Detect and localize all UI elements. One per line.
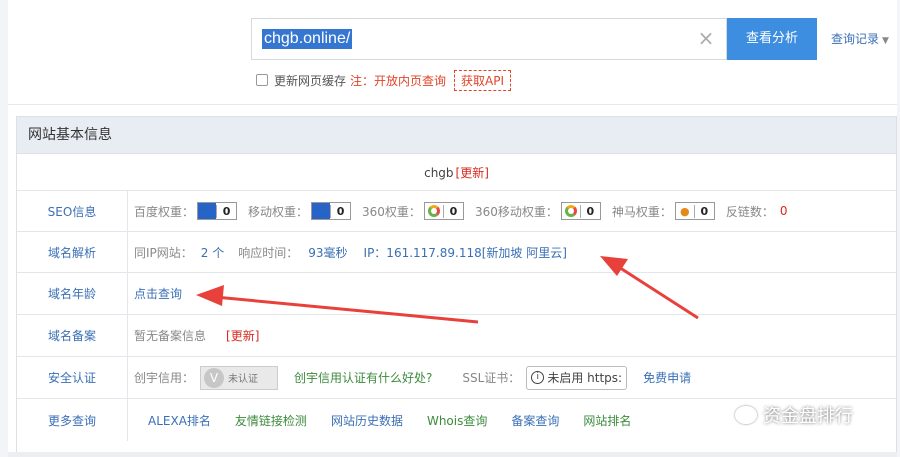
backlink-label: 反链数：	[725, 204, 774, 219]
ip-info[interactable]: IP：161.117.89.118[新加坡 阿里云]	[364, 244, 567, 261]
ssl-status-text: 未启用 https:	[547, 371, 623, 385]
shenma-label: 神马权重：	[611, 204, 672, 219]
wechat-icon	[735, 406, 757, 424]
domain-age-row: 域名年龄 点击查询	[17, 273, 896, 315]
baidu-weight-label: 百度权重：	[134, 204, 195, 219]
inner-page-note: 注：开放内页查询	[350, 73, 447, 88]
domain-age-label: 域名年龄	[17, 273, 128, 314]
update-cache-checkbox[interactable]	[256, 74, 268, 86]
icp-label: 域名备案	[17, 315, 128, 356]
shenma-badge[interactable]: ● 0	[674, 202, 715, 220]
credit-label: 创宇信用：	[134, 371, 195, 385]
seo-row: SEO信息 百度权重： 🐾 0 移动权重： 🐾 0 360权重： 0 360移动…	[17, 191, 896, 232]
history-data-link[interactable]: 网站历史数据	[331, 412, 403, 429]
shenma-logo-icon: ●	[675, 203, 694, 219]
baidu-weight-badge[interactable]: 🐾 0	[197, 202, 238, 220]
close-icon[interactable]: ×	[696, 28, 716, 48]
cache-options: 更新网页缓存 注：开放内页查询 获取API	[256, 69, 512, 91]
security-label: 安全认证	[17, 357, 128, 398]
watermark-text: 资金盘排行	[763, 406, 853, 427]
dns-row: 域名解析 同IP网站： 2 个 响应时间： 93毫秒 IP：161.117.89…	[17, 232, 896, 273]
friend-link-check[interactable]: 友情链接检测	[235, 412, 307, 429]
site-rank-link[interactable]: 网站排名	[583, 412, 631, 429]
backlink-value[interactable]: 0	[780, 204, 788, 218]
same-ip-label: 同IP网站：	[134, 245, 193, 260]
icp-update-link[interactable]: [更新]	[226, 327, 259, 344]
bottom-bar	[8, 452, 897, 457]
w360m-label: 360移动权重：	[474, 204, 558, 219]
domain-age-content: 点击查询	[128, 273, 182, 314]
icp-query-link[interactable]: 备案查询	[511, 412, 559, 429]
seo-label: SEO信息	[17, 191, 128, 231]
response-time-value: 93毫秒	[308, 245, 348, 260]
more-links: ALEXA排名 友情链接检测 网站历史数据 Whois查询 备案查询 网站排名	[128, 399, 631, 441]
security-content: 创宇信用： V 未认证 创宇信用认证有什么好处? SSL证书： i 未启用 ht…	[128, 357, 691, 398]
mobile-weight-badge[interactable]: 🐾 0	[311, 202, 352, 220]
site-update-link[interactable]: [更新]	[456, 164, 489, 181]
whois-link[interactable]: Whois查询	[427, 412, 487, 429]
icp-text: 暂无备案信息	[134, 329, 207, 343]
mobile-weight-label: 移动权重：	[248, 204, 309, 219]
360-logo-icon	[424, 203, 443, 219]
baidu-paw-icon: 🐾	[312, 203, 331, 219]
w360-value: 0	[442, 204, 463, 218]
query-history-label: 查询记录	[831, 32, 880, 46]
dns-label: 域名解析	[17, 232, 128, 272]
info-icon: i	[531, 371, 545, 384]
domain-age-query-link[interactable]: 点击查询	[134, 285, 182, 302]
shenma-value: 0	[693, 204, 714, 218]
ssl-status: i 未启用 https:	[526, 365, 628, 390]
verified-v-icon: V	[204, 367, 225, 388]
baidu-paw-icon: 🐾	[198, 203, 217, 219]
ssl-label: SSL证书：	[462, 371, 521, 385]
analyze-button[interactable]: 查看分析	[727, 18, 817, 60]
divider	[8, 104, 897, 105]
search-input[interactable]: chgb.online/ ×	[251, 18, 727, 60]
seo-content: 百度权重： 🐾 0 移动权重： 🐾 0 360权重： 0 360移动权重： 0 …	[128, 191, 788, 231]
alexa-link[interactable]: ALEXA排名	[148, 412, 211, 429]
w360m-badge[interactable]: 0	[560, 202, 601, 220]
w360-badge[interactable]: 0	[423, 202, 464, 220]
update-cache-label[interactable]: 更新网页缓存	[274, 72, 346, 89]
site-name: chgb	[424, 165, 454, 180]
w360m-value: 0	[579, 204, 600, 218]
more-label: 更多查询	[17, 399, 128, 441]
dns-content: 同IP网站： 2 个 响应时间： 93毫秒 IP：161.117.89.118[…	[128, 232, 567, 272]
mobile-weight-value: 0	[330, 204, 350, 218]
icp-row: 域名备案 暂无备案信息 [更新]	[17, 315, 896, 357]
same-ip-value[interactable]: 2 个	[201, 244, 224, 261]
cert-status: 未认证	[228, 374, 259, 385]
security-row: 安全认证 创宇信用： V 未认证 创宇信用认证有什么好处? SSL证书： i 未…	[17, 357, 896, 399]
site-name-row: chgb [更新]	[17, 155, 896, 191]
response-time-label: 响应时间：	[238, 245, 299, 260]
icp-content: 暂无备案信息 [更新]	[128, 315, 259, 356]
credit-cert-image[interactable]: V 未认证	[200, 365, 279, 390]
query-history-dropdown[interactable]: 查询记录 ▼	[831, 30, 889, 47]
get-api-button[interactable]: 获取API	[454, 69, 512, 91]
search-input-value[interactable]: chgb.online/	[262, 29, 353, 49]
caret-down-icon: ▼	[882, 36, 889, 46]
credit-benefit-link[interactable]: 创宇信用认证有什么好处?	[294, 369, 432, 386]
watermark: 资金盘排行	[735, 402, 853, 428]
w360-label: 360权重：	[362, 204, 421, 219]
left-gutter	[0, 0, 8, 457]
ssl-apply-link[interactable]: 免费申请	[643, 369, 691, 386]
baidu-weight-value: 0	[216, 204, 236, 218]
panel-title: 网站基本信息	[17, 117, 896, 154]
360-logo-icon	[561, 203, 580, 219]
